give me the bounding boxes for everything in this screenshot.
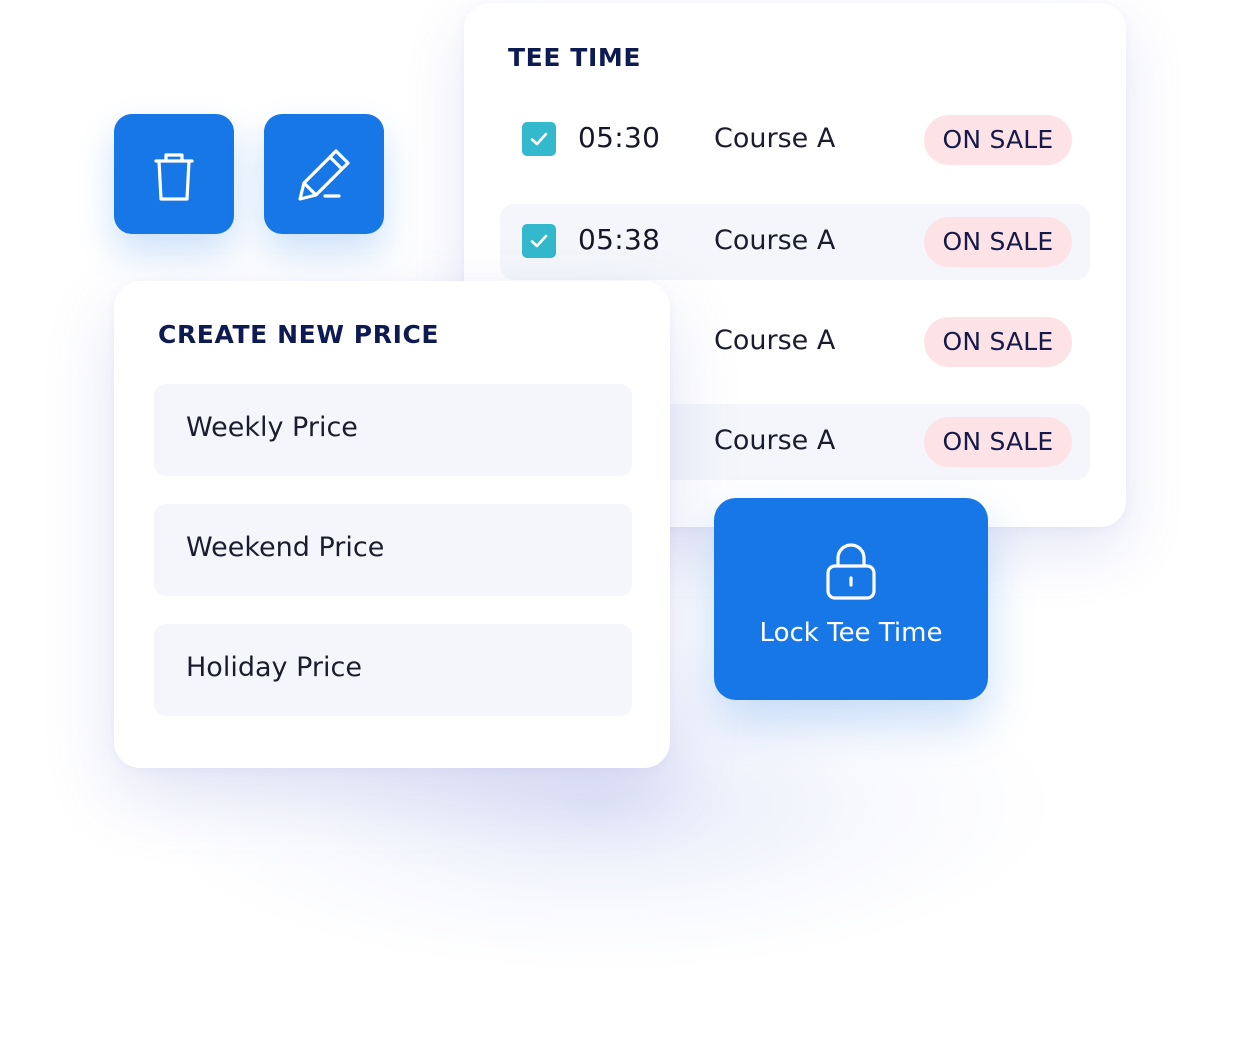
tee-time-row[interactable]: 05:38 Course A ON SALE: [500, 204, 1090, 280]
pencil-icon: [298, 149, 350, 201]
price-option-label: Weekly Price: [186, 412, 358, 443]
tee-time-illustration: TEE TIME 05:30 Course A ON SALE 05:38 Co…: [0, 0, 1240, 1046]
status-badge: ON SALE: [924, 115, 1072, 165]
edit-button[interactable]: [264, 114, 384, 234]
course-name: Course A: [714, 425, 836, 456]
status-badge: ON SALE: [924, 417, 1072, 467]
checkmark-icon: [530, 132, 548, 146]
status-badge: ON SALE: [924, 217, 1072, 267]
weekly-price-option[interactable]: Weekly Price: [154, 384, 632, 476]
lock-tee-time-label: Lock Tee Time: [759, 618, 943, 648]
tee-time-title: TEE TIME: [508, 43, 642, 72]
tee-time-row[interactable]: 05:30 Course A ON SALE: [500, 102, 1090, 178]
status-badge: ON SALE: [924, 317, 1072, 367]
delete-button[interactable]: [114, 114, 234, 234]
weekend-price-option[interactable]: Weekend Price: [154, 504, 632, 596]
course-name: Course A: [714, 325, 836, 356]
tee-time-value: 05:30: [578, 121, 661, 154]
create-price-card: CREATE NEW PRICE Weekly Price Weekend Pr…: [114, 281, 670, 768]
course-name: Course A: [714, 123, 836, 154]
price-option-label: Holiday Price: [186, 652, 362, 683]
course-name: Course A: [714, 225, 836, 256]
lock-tee-time-button[interactable]: Lock Tee Time: [714, 498, 988, 700]
row-checkbox[interactable]: [522, 224, 556, 258]
lock-icon: [826, 543, 876, 600]
price-option-label: Weekend Price: [186, 532, 385, 563]
tee-time-value: 05:38: [578, 223, 661, 256]
holiday-price-option[interactable]: Holiday Price: [154, 624, 632, 716]
row-checkbox[interactable]: [522, 122, 556, 156]
trash-icon: [154, 153, 194, 201]
create-price-title: CREATE NEW PRICE: [158, 320, 440, 349]
checkmark-icon: [530, 234, 548, 248]
